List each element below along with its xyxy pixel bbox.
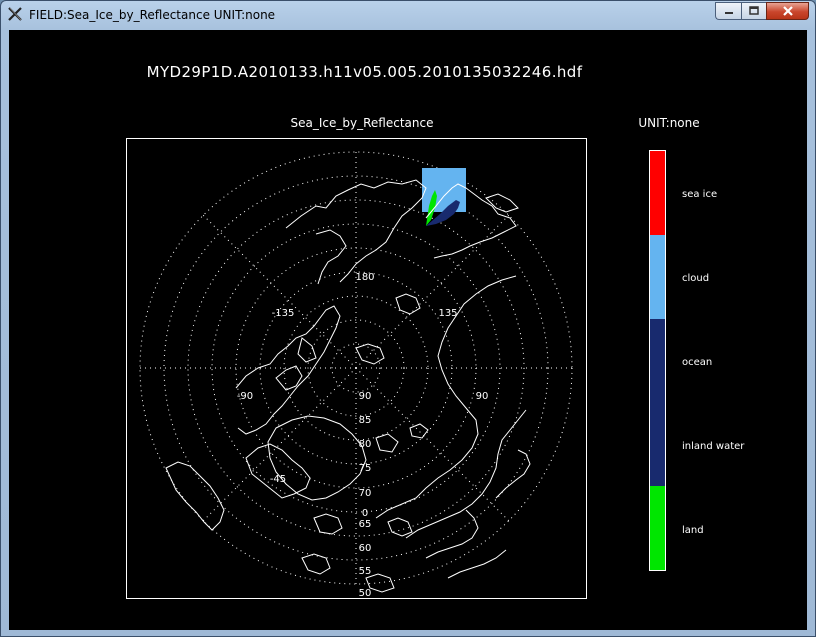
lon-label-nw: -135 bbox=[272, 308, 295, 319]
maximize-icon bbox=[749, 6, 759, 15]
lat-label: 50 bbox=[359, 588, 372, 599]
cloud-swath bbox=[422, 168, 466, 212]
legend-label-ocean: ocean bbox=[682, 357, 713, 368]
legend-swatch-sea-ice bbox=[650, 151, 665, 235]
legend-swatch-cloud bbox=[650, 234, 665, 319]
legend-swatch-ocean bbox=[650, 318, 665, 403]
legend-label-inland-water: inland water bbox=[682, 441, 745, 452]
lon-label-180: 180 bbox=[355, 272, 374, 283]
title-bar[interactable]: FIELD:Sea_Ice_by_Reflectance UNIT:none bbox=[1, 1, 815, 29]
lat-label: 90 bbox=[359, 391, 372, 402]
legend-label-cloud: cloud bbox=[682, 273, 710, 284]
lat-label: 60 bbox=[359, 543, 372, 554]
field-title: Sea_Ice_by_Reflectance bbox=[290, 116, 434, 130]
color-legend bbox=[649, 150, 666, 571]
lon-label-sw: -45 bbox=[270, 474, 286, 485]
close-button[interactable] bbox=[766, 2, 809, 20]
legend-label-sea-ice: sea ice bbox=[682, 189, 718, 200]
window-title: FIELD:Sea_Ice_by_Reflectance UNIT:none bbox=[29, 8, 276, 22]
minimize-icon bbox=[724, 12, 733, 14]
lat-label: 0 bbox=[362, 508, 368, 519]
plot-canvas: MYD29P1D.A2010133.h11v05.005.20101350322… bbox=[9, 30, 807, 630]
minimize-button[interactable] bbox=[715, 2, 741, 20]
x-icon bbox=[8, 7, 22, 21]
lat-label: 75 bbox=[359, 463, 372, 474]
legend-swatch-land bbox=[650, 486, 665, 570]
lon-label-e: 90 bbox=[476, 391, 489, 402]
app-window: FIELD:Sea_Ice_by_Reflectance UNIT:none M… bbox=[0, 0, 816, 637]
lat-label: 70 bbox=[359, 488, 372, 499]
window-controls bbox=[715, 2, 809, 20]
legend-label-land: land bbox=[682, 525, 704, 536]
lon-label-w: -90 bbox=[237, 391, 253, 402]
graticule-labels: 180 -135 135 -90 90 -45 90 85 80 75 70 0… bbox=[237, 272, 489, 599]
polar-map: 180 -135 135 -90 90 -45 90 85 80 75 70 0… bbox=[139, 151, 573, 599]
maximize-button[interactable] bbox=[741, 2, 766, 20]
file-title: MYD29P1D.A2010133.h11v05.005.20101350322… bbox=[146, 63, 583, 81]
lat-label: 55 bbox=[359, 566, 372, 577]
unit-label: UNIT:none bbox=[638, 116, 700, 130]
lon-label-ne: 135 bbox=[438, 308, 457, 319]
lat-label: 80 bbox=[359, 439, 372, 450]
meridian-line bbox=[202, 214, 357, 369]
meridian-line bbox=[355, 214, 510, 369]
coastlines bbox=[165, 179, 531, 593]
meridian-line bbox=[202, 367, 357, 522]
lat-label: 85 bbox=[359, 415, 372, 426]
legend-swatch-inland-water bbox=[650, 402, 665, 487]
close-icon bbox=[782, 6, 793, 16]
lat-label: 65 bbox=[359, 519, 372, 530]
